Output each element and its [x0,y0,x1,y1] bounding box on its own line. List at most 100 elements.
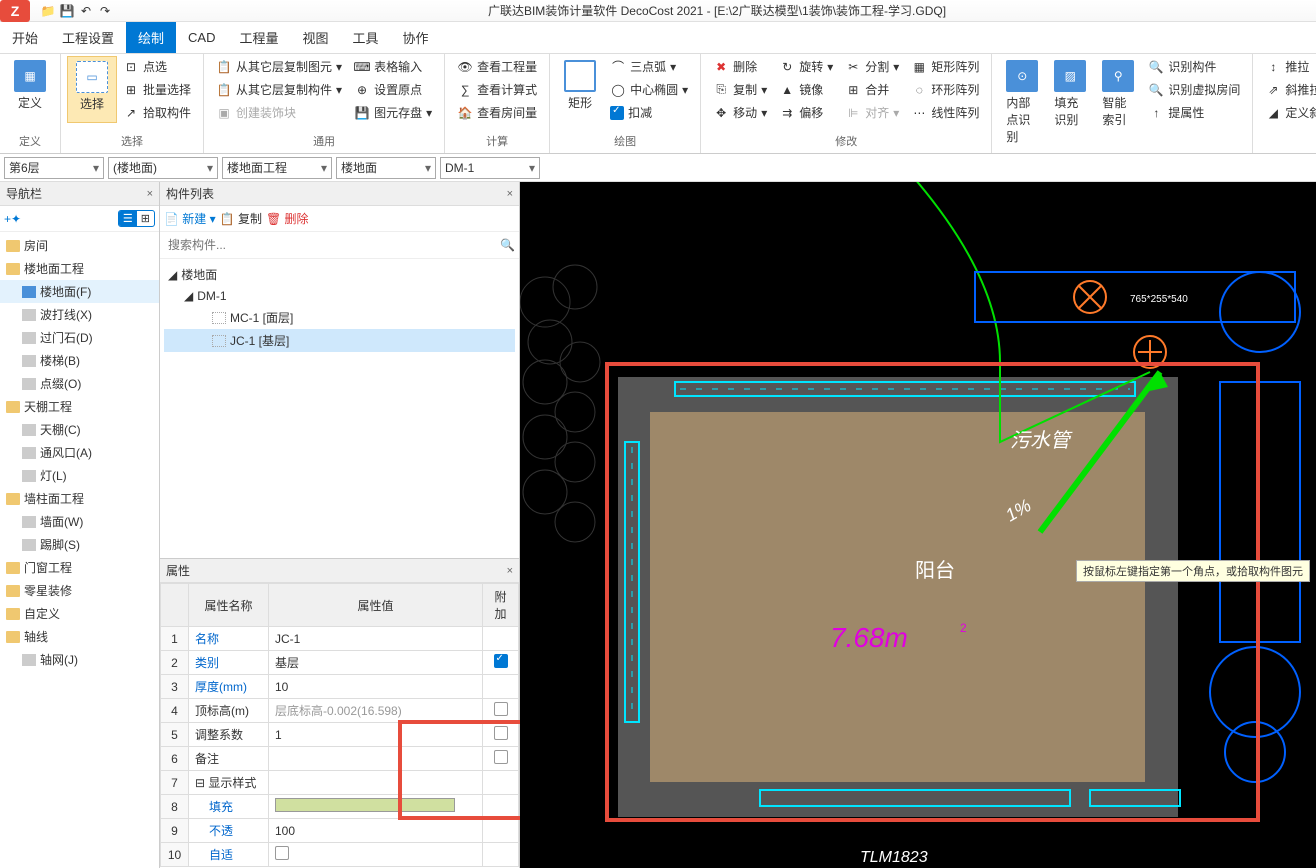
type-dropdown[interactable]: 楼地面▾ [336,157,436,179]
properties-close-icon[interactable]: × [507,565,513,577]
property-row[interactable]: 4顶标高(m)层底标高-0.002(16.598) [161,699,519,723]
nav-group[interactable]: 墙柱面工程 [0,487,159,510]
set-origin-button[interactable]: ⊕设置原点 [348,79,438,100]
menu-quantity[interactable]: 工程量 [228,22,291,53]
define-slope-button[interactable]: ◢定义斜面 [1259,102,1316,123]
three-point-arc-button[interactable]: ⌒三点弧 ▾ [604,56,694,77]
property-row[interactable]: 2类别基层 [161,651,519,675]
nav-close-icon[interactable]: × [147,188,153,200]
prop-value[interactable]: 10 [269,675,483,699]
prop-value[interactable]: 1 [269,723,483,747]
push-pull-button[interactable]: ↕推拉 [1259,56,1316,77]
checkbox[interactable] [494,750,508,764]
property-row[interactable]: 8填充 [161,795,519,819]
mirror-button[interactable]: ▲镜像 [773,79,839,100]
checkbox[interactable] [494,702,508,716]
align-button[interactable]: ⊫对齐 ▾ [839,102,905,123]
nav-group[interactable]: 门窗工程 [0,556,159,579]
copy-button[interactable]: ⎘复制 ▾ [707,79,773,100]
prop-value[interactable] [269,771,483,795]
recognize-virtual-room-button[interactable]: 🔍识别虚拟房间 [1142,79,1246,100]
prop-value[interactable] [269,747,483,771]
copy-from-layer-comp-button[interactable]: 📋从其它层复制构件 ▾ [210,79,348,100]
rect-array-button[interactable]: ▦矩形阵列 [905,56,985,77]
component-close-icon[interactable]: × [507,188,513,200]
extract-attr-button[interactable]: ↑提属性 [1142,102,1246,123]
center-ellipse-button[interactable]: ◯中心椭圆 ▾ [604,79,694,100]
checkbox-checked[interactable] [494,654,508,668]
prop-value[interactable]: 基层 [269,651,483,675]
qat-undo-icon[interactable]: ↶ [78,3,94,19]
prop-value[interactable]: 100 [269,819,483,843]
oblique-push-button[interactable]: ⇗斜推拉 [1259,79,1316,100]
nav-item[interactable]: 过门石(D) [0,326,159,349]
save-elem-button[interactable]: 💾图元存盘 ▾ [348,102,438,123]
property-row[interactable]: 5调整系数1 [161,723,519,747]
menu-project-settings[interactable]: 工程设置 [50,22,126,53]
category-dropdown[interactable]: (楼地面)▾ [108,157,218,179]
smart-index-button[interactable]: ⚲智能索引 [1094,56,1142,149]
nav-add-icon[interactable]: +✦ [4,212,21,226]
batch-select-button[interactable]: ⊞批量选择 [117,79,197,100]
nav-item[interactable]: 踢脚(S) [0,533,159,556]
nav-group[interactable]: 自定义 [0,602,159,625]
nav-item[interactable]: 楼地面(F) [0,280,159,303]
property-row[interactable]: 6备注 [161,747,519,771]
nav-item[interactable]: 天棚(C) [0,418,159,441]
prop-value[interactable]: JC-1 [269,627,483,651]
nav-item[interactable]: 楼梯(B) [0,349,159,372]
point-select-button[interactable]: ⊡点选 [117,56,197,77]
nav-item[interactable]: 通风口(A) [0,441,159,464]
menu-tools[interactable]: 工具 [341,22,391,53]
pick-component-button[interactable]: ↗拾取构件 [117,102,197,123]
menu-view[interactable]: 视图 [291,22,341,53]
color-swatch[interactable] [275,798,455,812]
menu-collab[interactable]: 协作 [391,22,441,53]
prop-value[interactable] [269,843,483,867]
delete-component-button[interactable]: 🗑 删除 [266,210,309,227]
checkbox[interactable] [494,726,508,740]
property-row[interactable]: 10自适 [161,843,519,867]
merge-button[interactable]: ⊞合并 [839,79,905,100]
view-quantity-button[interactable]: 👁查看工程量 [451,56,543,77]
qat-open-icon[interactable]: 📁 [40,3,56,19]
menu-start[interactable]: 开始 [0,22,50,53]
menu-cad[interactable]: CAD [176,22,227,53]
view-room-qty-button[interactable]: 🏠查看房间量 [451,102,543,123]
mini-checkbox[interactable] [275,846,289,860]
nav-group[interactable]: 楼地面工程 [0,257,159,280]
property-row[interactable]: 3厚度(mm)10 [161,675,519,699]
nav-item[interactable]: 轴网(J) [0,648,159,671]
qat-save-icon[interactable]: 💾 [59,3,75,19]
comp-tree-root[interactable]: ◢ 楼地面 [164,263,515,286]
rectangle-button[interactable]: 矩形 [556,56,604,123]
split-button[interactable]: ✂分割 ▾ [839,56,905,77]
floor-dropdown[interactable]: 第6层▾ [4,157,104,179]
deduct-button[interactable]: 扣减 [604,102,694,123]
comp-tree-item-jc1[interactable]: JC-1 [基层] [164,329,515,352]
copy-from-layer-elem-button[interactable]: 📋从其它层复制图元 ▾ [210,56,348,77]
nav-group[interactable]: 轴线 [0,625,159,648]
search-input[interactable] [164,234,500,256]
recognize-component-button[interactable]: 🔍识别构件 [1142,56,1246,77]
prop-value[interactable] [269,795,483,819]
nav-group[interactable]: 天棚工程 [0,395,159,418]
nav-item[interactable]: 波打线(X) [0,303,159,326]
table-input-button[interactable]: ⌨表格输入 [348,56,438,77]
nav-view-toggle[interactable]: ☰⊞ [118,210,155,227]
qat-redo-icon[interactable]: ↷ [97,3,113,19]
component-dropdown[interactable]: DM-1▾ [440,157,540,179]
inner-point-recognize-button[interactable]: ⊙内部点识别 [998,56,1046,149]
property-row[interactable]: 7⊟ 显示样式 [161,771,519,795]
delete-button[interactable]: ✖删除 [707,56,773,77]
move-button[interactable]: ✥移动 ▾ [707,102,773,123]
fill-recognize-button[interactable]: ▨填充识别 [1046,56,1094,149]
comp-tree-child[interactable]: ◢ DM-1 [164,286,515,306]
nav-item[interactable]: 灯(L) [0,464,159,487]
prop-value[interactable]: 层底标高-0.002(16.598) [269,699,483,723]
copy-component-button[interactable]: 📋 复制 [220,210,262,227]
nav-item[interactable]: 墙面(W) [0,510,159,533]
menu-draw[interactable]: 绘制 [126,22,176,53]
new-component-button[interactable]: 📄 新建 ▾ [164,210,216,227]
search-icon[interactable]: 🔍 [500,238,515,252]
